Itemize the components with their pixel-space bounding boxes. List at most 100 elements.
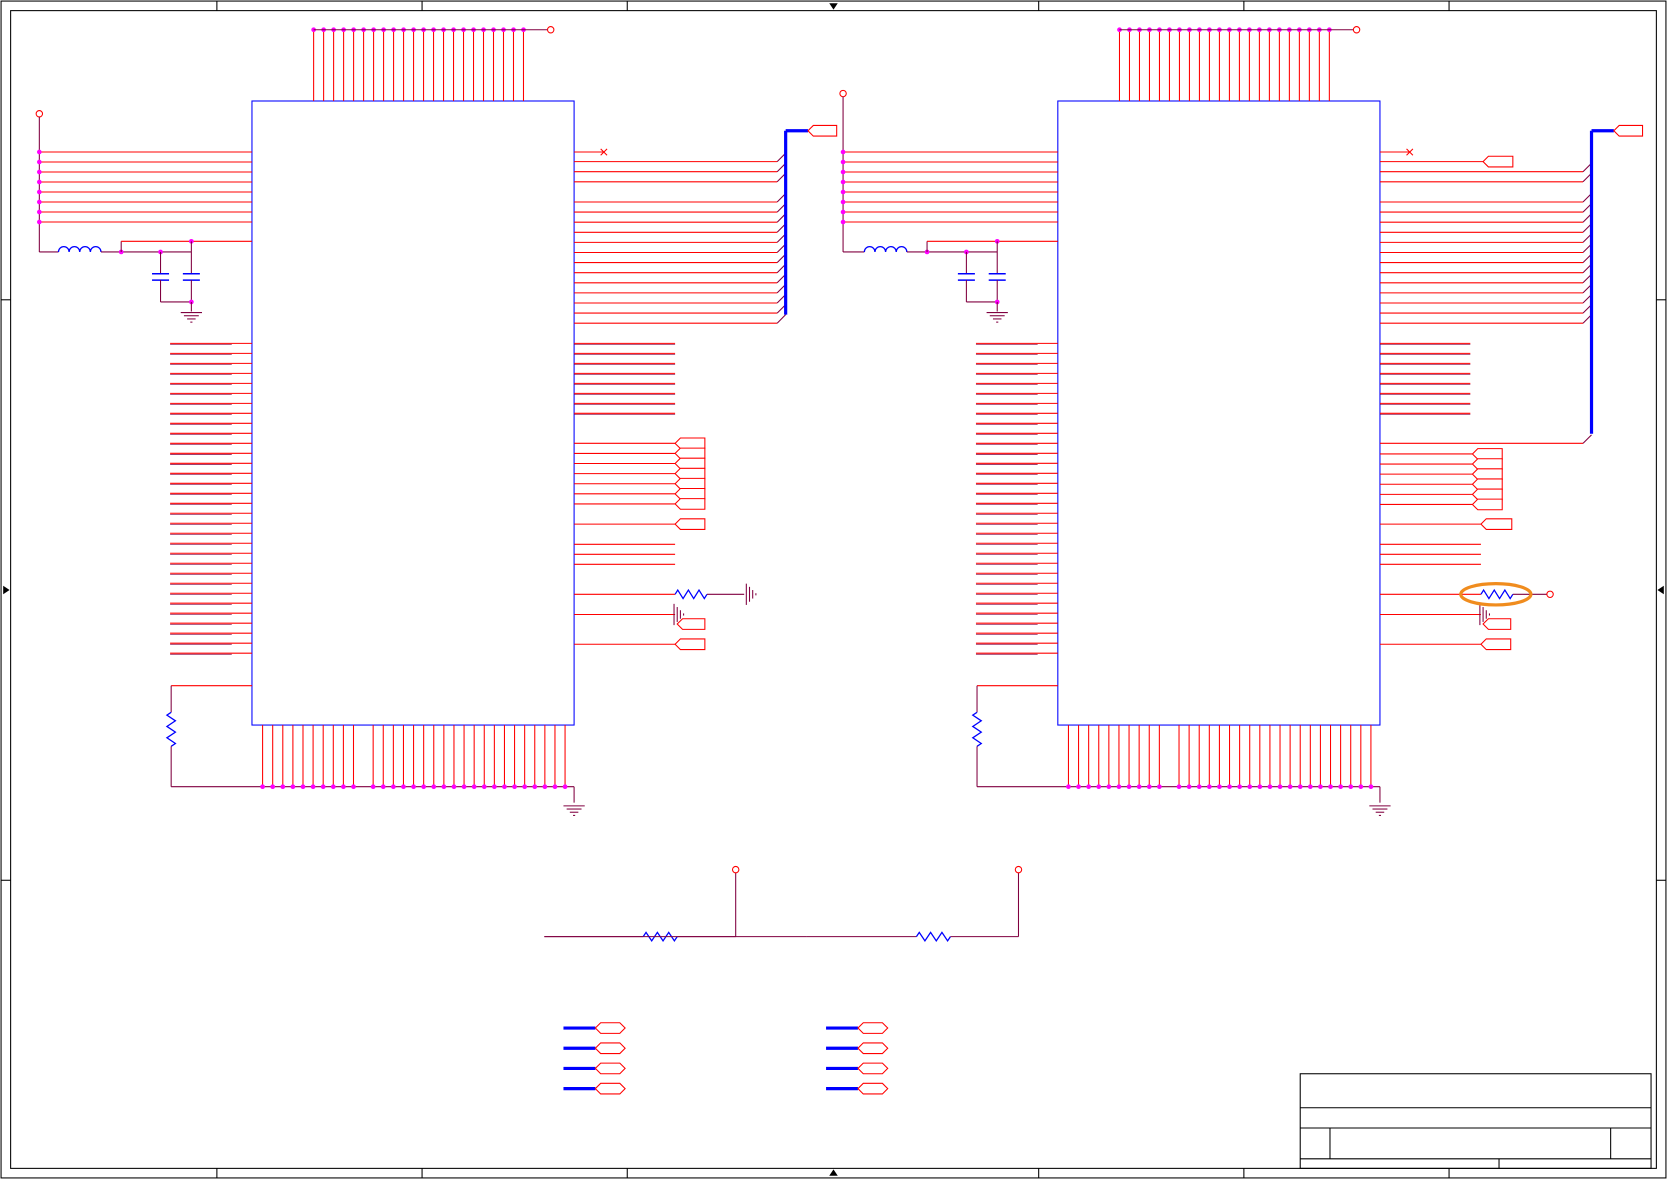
junction-dot-icon bbox=[391, 784, 396, 790]
junction-dot-icon bbox=[401, 784, 406, 790]
ground-icon bbox=[986, 312, 1008, 323]
capacitor-icon bbox=[957, 251, 975, 302]
junction-dot-icon bbox=[1368, 784, 1374, 790]
junction-dot-icon bbox=[1106, 784, 1112, 790]
ic-left bbox=[35, 26, 838, 816]
junction-dot-icon bbox=[1086, 784, 1091, 790]
net-port-icon bbox=[1471, 448, 1503, 460]
power-port-icon bbox=[839, 89, 847, 98]
junction-dot-icon bbox=[481, 784, 487, 790]
junction-dot-icon bbox=[451, 784, 457, 790]
junction-dot-icon bbox=[36, 159, 42, 165]
junction-dot-icon bbox=[370, 784, 376, 790]
junction-dot-icon bbox=[840, 159, 846, 165]
junction-dot-icon bbox=[1287, 784, 1293, 790]
right-bus-pins bbox=[574, 124, 838, 324]
junction-dot-icon bbox=[280, 784, 286, 790]
junction-dot-icon bbox=[840, 169, 846, 175]
pull-up-circuit bbox=[643, 865, 1023, 943]
junction-dot-icon bbox=[1076, 784, 1081, 790]
junction-dot-icon bbox=[1348, 784, 1354, 790]
net-port-icon bbox=[1471, 468, 1503, 480]
junction-dot-icon bbox=[320, 784, 326, 790]
capacitor-icon bbox=[988, 251, 1006, 302]
junction-dot-icon bbox=[36, 219, 42, 225]
junction-dot-icon bbox=[562, 784, 568, 790]
junction-dot-icon bbox=[492, 784, 497, 790]
bottom-ground-pins bbox=[260, 725, 585, 816]
junction-dot-icon bbox=[36, 189, 42, 195]
junction-dot-icon bbox=[1066, 784, 1071, 790]
left-signal-pins bbox=[170, 342, 252, 655]
power-port-icon bbox=[731, 865, 740, 874]
junction-dot-icon bbox=[1196, 784, 1202, 790]
junction-dot-icon bbox=[1116, 784, 1122, 790]
junction-dot-icon bbox=[1176, 784, 1182, 790]
net-port-icon bbox=[1482, 155, 1514, 168]
net-port-icon bbox=[857, 1022, 889, 1034]
resistor-icon bbox=[165, 711, 177, 747]
pull-up-circuit bbox=[544, 865, 740, 943]
ground-icon bbox=[745, 583, 757, 605]
resistor-icon bbox=[915, 931, 951, 943]
power-port-icon bbox=[1546, 590, 1554, 599]
junction-dot-icon bbox=[270, 784, 276, 790]
left-signal-pins bbox=[975, 342, 1058, 655]
junction-dot-icon bbox=[36, 199, 42, 205]
junction-dot-icon bbox=[1267, 784, 1273, 790]
outer-border bbox=[0, 0, 1667, 1179]
inductor-icon bbox=[57, 246, 102, 253]
net-port-icon bbox=[857, 1082, 889, 1095]
junction-dot-icon bbox=[1257, 784, 1263, 790]
junction-dot-icon bbox=[1328, 784, 1333, 790]
junction-dot-icon bbox=[36, 179, 42, 185]
junction-dot-icon bbox=[1217, 784, 1222, 790]
bus-port bbox=[826, 1042, 889, 1055]
top-power-pins bbox=[1117, 26, 1361, 101]
schematic-sheet bbox=[0, 0, 1667, 1179]
net-port-icon bbox=[594, 1022, 626, 1034]
bus-entry bbox=[1582, 434, 1592, 444]
junction-dot-icon bbox=[1297, 784, 1303, 790]
junction-dot-icon bbox=[1157, 784, 1162, 790]
inner-border bbox=[10, 10, 1657, 1169]
ground-icon bbox=[1369, 805, 1391, 816]
bus-port bbox=[563, 1042, 626, 1055]
junction-dot-icon bbox=[1277, 784, 1283, 790]
junction-dot-icon bbox=[1146, 784, 1152, 790]
ic-body bbox=[1057, 100, 1381, 726]
net-port-icon bbox=[1613, 124, 1644, 137]
net-port-icon bbox=[674, 457, 706, 470]
ic-right bbox=[839, 26, 1644, 816]
net-port-icon bbox=[594, 1042, 626, 1055]
junction-dot-icon bbox=[1206, 784, 1212, 790]
power-port-icon bbox=[35, 110, 44, 118]
net-port-icon bbox=[674, 498, 706, 510]
resistor-icon bbox=[1480, 588, 1514, 600]
ic-parts bbox=[35, 26, 1644, 816]
top-power-pins bbox=[311, 26, 555, 101]
net-port-icon bbox=[1480, 518, 1513, 530]
reset-network bbox=[971, 685, 1380, 788]
junction-dot-icon bbox=[341, 784, 346, 790]
junction-dot-icon bbox=[310, 784, 316, 790]
net-port-icon bbox=[1471, 478, 1503, 491]
net-port-icon bbox=[1480, 638, 1512, 651]
net-port-icon bbox=[674, 447, 706, 460]
bus-port bbox=[563, 1082, 626, 1095]
net-port-icon bbox=[674, 477, 706, 490]
net-port-icon bbox=[674, 487, 706, 500]
net-port-icon bbox=[676, 618, 706, 630]
net-port-icon bbox=[674, 638, 706, 651]
ground-icon bbox=[563, 805, 585, 816]
power-port-icon bbox=[1352, 26, 1361, 34]
junction-dot-icon bbox=[542, 784, 548, 790]
net-port-icon bbox=[674, 518, 706, 530]
net-port-icon bbox=[594, 1062, 626, 1075]
junction-dot-icon bbox=[840, 209, 846, 215]
net-port-icon bbox=[807, 124, 838, 137]
net-port-icon bbox=[674, 437, 706, 450]
junction-dot-icon bbox=[1227, 784, 1232, 790]
junction-dot-icon bbox=[431, 784, 437, 790]
resistor-icon bbox=[674, 588, 708, 600]
